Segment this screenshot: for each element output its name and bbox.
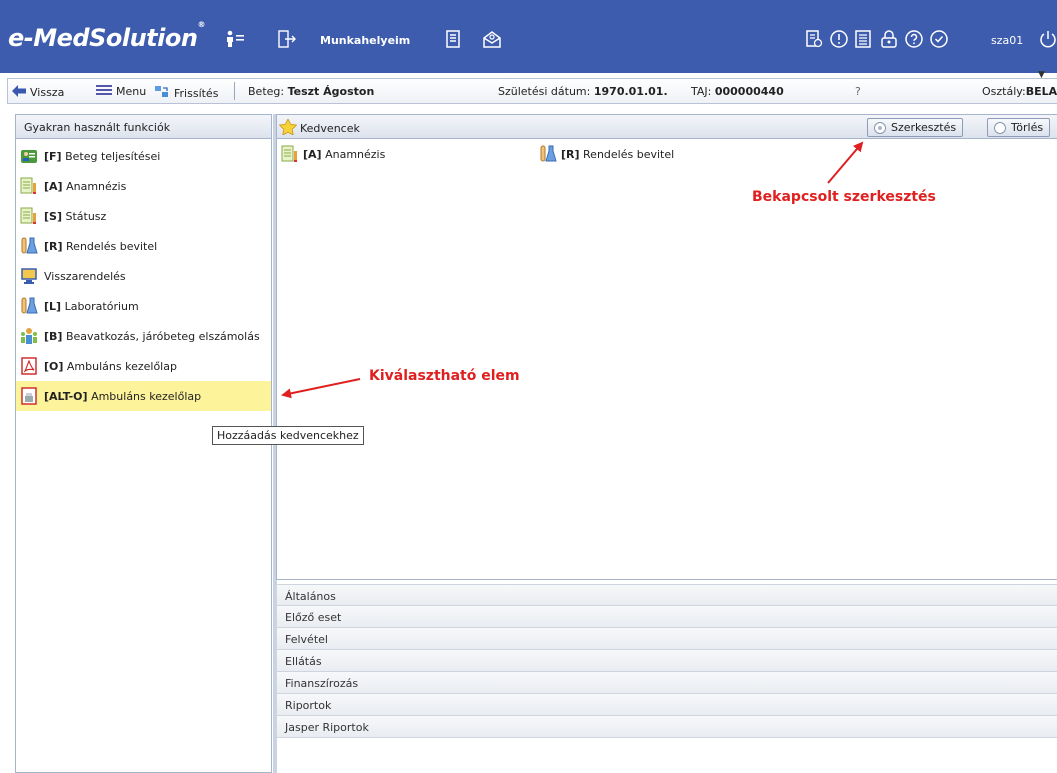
annotation-selectable: Kiválasztható elem [369, 368, 520, 384]
annotation-edit-on: Bekapcsolt szerkesztés [752, 189, 936, 205]
nav-munkahelyeim[interactable]: Munkahelyeim [320, 34, 410, 47]
notepad-icon [20, 207, 38, 225]
favorite-item[interactable]: [R] Rendelés bevitel [539, 145, 674, 163]
star-icon [278, 118, 298, 138]
list-item[interactable]: [S] Státusz [16, 201, 271, 231]
mail-icon[interactable] [481, 28, 503, 50]
info-icon[interactable] [828, 28, 850, 50]
help-question[interactable]: ? [855, 85, 861, 98]
favorites-title: Kedvencek [278, 118, 360, 138]
accordion-item[interactable]: Általános [276, 584, 1057, 606]
accordion-item[interactable]: Előző eset [276, 606, 1057, 628]
arrow-left-icon [12, 85, 26, 100]
app-logo: e-MedSolution® [8, 20, 205, 52]
birth-date: Születési dátum: 1970.01.01. [498, 85, 668, 98]
favorite-item[interactable]: [A] Anamnézis [281, 145, 385, 163]
calculator-icon[interactable] [852, 28, 874, 50]
lab-flask-icon [539, 145, 557, 163]
list-item[interactable]: [L] Laboratórium [16, 291, 271, 321]
list-item[interactable]: [A] Anamnézis [16, 171, 271, 201]
notepad-icon [281, 145, 299, 163]
pdf-print-icon [20, 387, 38, 405]
app-window: e-MedSolution® Munkahelyeim sza01 ▼ Viss… [0, 0, 1057, 773]
list-item[interactable]: Visszarendelés [16, 261, 271, 291]
department[interactable]: Osztály:BELA [982, 85, 1057, 98]
pdf-icon [20, 357, 38, 375]
list-item[interactable]: [B] Beavatkozás, járóbeteg elszámolás [16, 321, 271, 351]
add-to-favorites-tooltip: Hozzáadás kedvencekhez [212, 426, 364, 445]
refresh-icon [154, 85, 170, 102]
favorites-panel: Kedvencek Szerkesztés Törlés [A] Anamnéz… [276, 114, 1057, 580]
patient-toolbar: Vissza Menu Frissítés Beteg: Teszt Ágost… [7, 78, 1057, 104]
accordion-item[interactable]: Jasper Riportok [276, 716, 1057, 738]
person-list-icon[interactable] [224, 28, 246, 50]
accordion-item[interactable]: Felvétel [276, 628, 1057, 650]
lock-icon[interactable] [878, 28, 900, 50]
notepad-icon [20, 177, 38, 195]
refresh-button[interactable]: Frissítés [154, 85, 218, 102]
power-icon[interactable] [1037, 28, 1057, 50]
accordion: Általános Előző eset Felvétel Ellátás Fi… [276, 584, 1057, 738]
list-item[interactable]: [O] Ambuláns kezelőlap [16, 351, 271, 381]
lab-flask-icon [20, 297, 38, 315]
logout-icon[interactable] [276, 28, 298, 50]
accordion-item[interactable]: Riportok [276, 694, 1057, 716]
taj-number: TAJ: 000000440 [691, 85, 784, 98]
delete-toggle-button[interactable]: Törlés [987, 118, 1051, 137]
report-icon[interactable] [803, 28, 825, 50]
check-icon[interactable] [928, 28, 950, 50]
help-icon[interactable] [903, 28, 925, 50]
radio-off-icon [994, 121, 1006, 134]
top-app-bar: e-MedSolution® Munkahelyeim sza01 [0, 0, 1057, 73]
people-icon [20, 327, 38, 345]
list-item[interactable]: [R] Rendelés bevitel [16, 231, 271, 261]
toolbar-divider [234, 82, 235, 100]
patient-performance-icon [20, 147, 38, 165]
favorites-header: Kedvencek Szerkesztés Törlés [277, 115, 1057, 139]
accordion-item[interactable]: Finanszírozás [276, 672, 1057, 694]
menu-button[interactable]: Menu [96, 85, 146, 98]
edit-toggle-button[interactable]: Szerkesztés [867, 118, 964, 137]
patient-info: Beteg: Teszt Ágoston [248, 85, 375, 98]
menu-icon [96, 85, 112, 98]
username[interactable]: sza01 [991, 34, 1023, 47]
list-item-selected[interactable]: [ALT-O] Ambuláns kezelőlap [16, 381, 271, 411]
radio-on-icon [874, 121, 886, 134]
list-item[interactable]: [F] Beteg teljesítései [16, 141, 271, 171]
panel-title: Gyakran használt funkciók [16, 115, 271, 139]
back-button[interactable]: Vissza [12, 85, 64, 100]
computer-icon [20, 267, 38, 285]
lab-flask-icon [20, 237, 38, 255]
document-icon[interactable] [442, 28, 464, 50]
accordion-item[interactable]: Ellátás [276, 650, 1057, 672]
